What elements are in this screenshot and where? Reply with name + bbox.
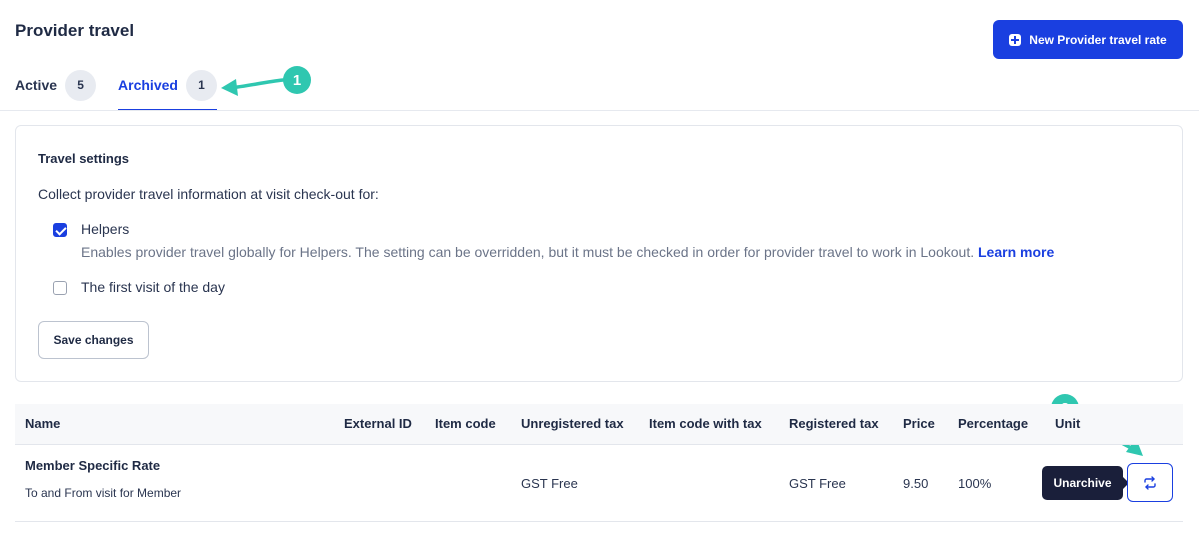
table-header: Name External ID Item code Unregistered …	[15, 404, 1183, 445]
column-header-registered-tax: Registered tax	[789, 416, 879, 431]
travel-settings-title: Travel settings	[38, 151, 130, 166]
annotation-arrowhead-1	[221, 79, 238, 96]
learn-more-link[interactable]: Learn more	[978, 244, 1054, 260]
column-header-price: Price	[903, 416, 935, 431]
annotation-badge-1: 1	[283, 66, 311, 94]
rate-description: To and From visit for Member	[25, 486, 182, 500]
first-visit-label: The first visit of the day	[81, 279, 225, 295]
column-header-percentage: Percentage	[958, 416, 1029, 431]
annotation-arrow-1	[228, 78, 285, 90]
travel-settings-subtitle: Collect provider travel information at v…	[38, 186, 379, 202]
column-header-unit: Unit	[1055, 416, 1081, 431]
unarchive-tooltip: Unarchive	[1042, 466, 1129, 500]
column-header-external-id: External ID	[344, 416, 412, 431]
column-header-item-code-with-tax: Item code with tax	[649, 416, 762, 431]
tab-archived-count: 1	[185, 69, 217, 101]
tab-archived[interactable]: Archived 1	[118, 69, 217, 111]
tab-archived-label: Archived	[118, 77, 178, 93]
tab-bar: Active 5 Archived 1	[15, 69, 217, 111]
helpers-option: Helpers Enables provider travel globally…	[53, 221, 1054, 260]
page: Provider travel New Provider travel rate…	[0, 0, 1199, 533]
travel-settings-card: Travel settings Collect provider travel …	[15, 125, 1183, 382]
unarchive-button[interactable]	[1127, 463, 1173, 502]
helpers-label: Helpers	[81, 221, 130, 237]
tab-active-count: 5	[65, 69, 97, 101]
new-provider-travel-rate-button[interactable]: New Provider travel rate	[993, 20, 1183, 59]
column-header-name: Name	[25, 416, 61, 431]
rate-name: Member Specific Rate	[25, 458, 161, 473]
plus-square-icon	[1009, 33, 1022, 46]
tabs-divider	[0, 110, 1199, 111]
save-changes-button[interactable]: Save changes	[38, 321, 149, 359]
first-visit-option: The first visit of the day	[53, 279, 225, 295]
tab-active-label: Active	[15, 77, 58, 93]
helpers-description: Enables provider travel globally for Hel…	[81, 244, 1054, 260]
helpers-checkbox[interactable]	[53, 223, 67, 237]
column-header-unregistered-tax: Unregistered tax	[521, 416, 624, 431]
column-header-item-code: Item code	[435, 416, 496, 431]
page-title: Provider travel	[15, 21, 135, 40]
cell-registered-tax: GST Free	[789, 476, 846, 491]
cell-unregistered-tax: GST Free	[521, 476, 578, 491]
cell-percentage: 100%	[958, 476, 992, 491]
new-provider-travel-rate-label: New Provider travel rate	[1029, 32, 1167, 47]
table-row: Member Specific Rate To and From visit f…	[15, 445, 1183, 522]
tab-active[interactable]: Active 5	[15, 69, 97, 101]
cell-price: 9.50	[903, 476, 929, 491]
arrows-cycle-icon	[1144, 475, 1156, 490]
first-visit-checkbox[interactable]	[53, 281, 67, 295]
helpers-description-text: Enables provider travel globally for Hel…	[81, 244, 975, 260]
